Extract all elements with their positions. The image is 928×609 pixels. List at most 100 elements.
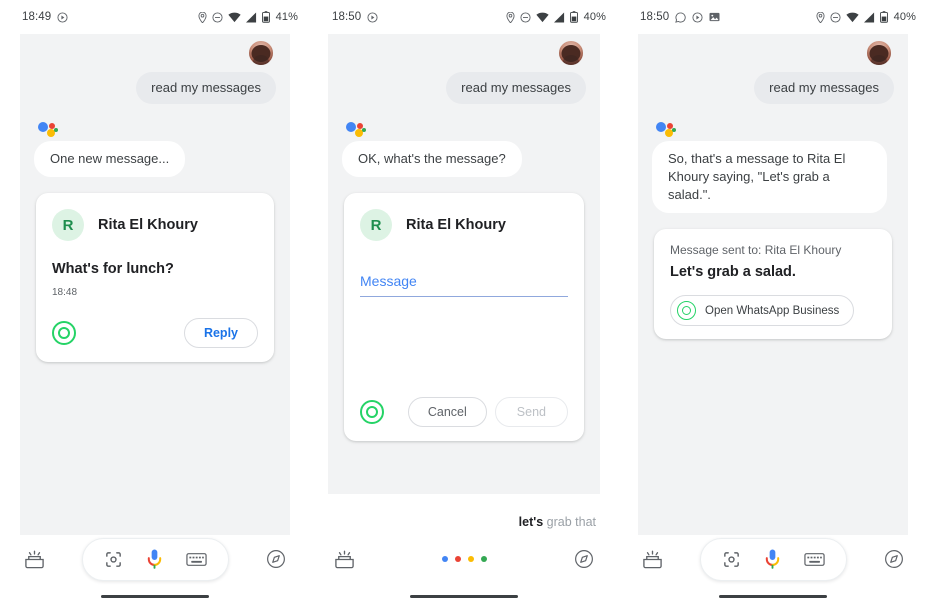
chip-label: Open WhatsApp Business xyxy=(705,304,840,317)
send-button[interactable]: Send xyxy=(494,397,568,427)
wifi-icon xyxy=(228,12,241,23)
whatsapp-icon xyxy=(360,400,384,424)
status-bar-left: 18:50 xyxy=(332,11,378,23)
sent-message-body: Let's grab a salad. xyxy=(670,264,796,280)
open-whatsapp-business-chip[interactable]: Open WhatsApp Business xyxy=(670,295,855,326)
contact-avatar: R xyxy=(360,209,392,241)
message-sent-card[interactable]: Message sent to: Rita El Khoury Let's gr… xyxy=(654,229,892,339)
user-query-bubble: read my messages xyxy=(754,72,894,104)
status-time: 18:49 xyxy=(22,11,52,23)
status-bar: 18:50 40% xyxy=(310,0,618,34)
battery-icon xyxy=(569,11,578,23)
play-badge-icon xyxy=(692,11,703,23)
play-badge-icon xyxy=(57,11,68,23)
cancel-button[interactable]: Cancel xyxy=(407,397,487,427)
dnd-icon xyxy=(212,11,223,23)
status-bar-right: 40% xyxy=(506,11,606,23)
status-bar-left: 18:50 xyxy=(640,11,720,23)
location-icon xyxy=(198,11,207,23)
message-body: What's for lunch? xyxy=(52,261,174,277)
location-icon xyxy=(816,11,825,23)
play-badge-icon xyxy=(367,11,378,23)
assistant-reply-bubble: So, that's a message to Rita El Khoury s… xyxy=(652,141,887,213)
transcript-partial: grab that xyxy=(546,515,596,529)
bottom-nav-bar xyxy=(0,535,310,583)
status-time: 18:50 xyxy=(332,11,362,23)
compose-message-card[interactable]: R Rita El Khoury Cancel Send xyxy=(344,193,584,441)
user-query-bubble: read my messages xyxy=(446,72,586,104)
card-footer: Cancel Send xyxy=(360,361,568,427)
home-indicator xyxy=(410,594,518,598)
status-bar-left: 18:49 xyxy=(22,11,68,23)
dot-green xyxy=(481,556,487,562)
lens-icon[interactable] xyxy=(722,550,741,569)
assistant-listening-indicator xyxy=(442,556,487,562)
explore-icon[interactable] xyxy=(574,549,594,569)
image-icon xyxy=(709,12,720,22)
message-timestamp: 18:48 xyxy=(52,287,78,298)
bottom-nav-bar xyxy=(618,535,928,583)
bottom-nav-bar xyxy=(310,535,618,583)
whatsapp-icon xyxy=(52,321,76,345)
snapshot-icon[interactable] xyxy=(334,549,355,570)
voice-transcript: let's grab that xyxy=(519,515,596,529)
assistant-reply-bubble: OK, what's the message? xyxy=(342,141,522,177)
assistant-canvas: read my messages So, that's a message to… xyxy=(638,34,908,535)
snapshot-icon[interactable] xyxy=(24,549,45,570)
mic-icon[interactable] xyxy=(763,548,782,571)
user-message-row: read my messages xyxy=(342,66,586,104)
keyboard-icon[interactable] xyxy=(186,552,207,567)
contact-name: Rita El Khoury xyxy=(406,217,506,233)
avatar xyxy=(248,40,274,66)
google-assistant-logo-icon xyxy=(656,122,678,137)
dot-red xyxy=(455,556,461,562)
dot-blue xyxy=(442,556,448,562)
compose-actions: Cancel Send xyxy=(407,397,568,427)
message-field-wrapper xyxy=(360,273,568,297)
phone-screen-read-message: 18:49 41% read my messages One new messa… xyxy=(0,0,310,609)
dot-yellow xyxy=(468,556,474,562)
conversation: read my messages One new message... R Ri… xyxy=(20,34,290,362)
phone-screen-sent: 18:50 40% read my messages So, that's a … xyxy=(618,0,928,609)
sent-to-label: Message sent to: Rita El Khoury xyxy=(670,243,842,257)
battery-icon xyxy=(261,11,270,23)
assistant-reply-bubble: One new message... xyxy=(34,141,186,177)
assistant-input-pill xyxy=(82,537,229,581)
whatsapp-icon xyxy=(677,301,696,320)
card-footer: Reply xyxy=(52,318,258,348)
transcript-final: let's xyxy=(518,515,544,529)
status-bar-right: 41% xyxy=(198,11,298,23)
battery-icon xyxy=(879,11,888,23)
assistant-response: OK, what's the message? xyxy=(342,122,586,177)
mic-icon[interactable] xyxy=(145,548,164,571)
message-input[interactable] xyxy=(360,273,568,289)
explore-icon[interactable] xyxy=(266,549,286,569)
status-time: 18:50 xyxy=(640,11,670,23)
google-assistant-logo-icon xyxy=(38,122,60,137)
reply-button[interactable]: Reply xyxy=(183,318,258,348)
wifi-icon xyxy=(846,12,859,23)
keyboard-icon[interactable] xyxy=(804,552,825,567)
card-header: R Rita El Khoury xyxy=(360,209,568,241)
dnd-icon xyxy=(830,11,841,23)
home-indicator xyxy=(101,594,209,598)
lens-icon[interactable] xyxy=(104,550,123,569)
snapshot-icon[interactable] xyxy=(642,549,663,570)
signal-icon xyxy=(863,11,875,23)
battery-percent: 41% xyxy=(275,11,298,23)
explore-icon[interactable] xyxy=(884,549,904,569)
incoming-message-card[interactable]: R Rita El Khoury What's for lunch? 18:48… xyxy=(36,193,274,362)
assistant-canvas: read my messages One new message... R Ri… xyxy=(20,34,290,535)
conversation: read my messages So, that's a message to… xyxy=(638,34,908,339)
dnd-icon xyxy=(520,11,531,23)
assistant-response: So, that's a message to Rita El Khoury s… xyxy=(652,122,894,213)
avatar xyxy=(558,40,584,66)
assistant-response: One new message... xyxy=(34,122,276,177)
user-avatar-row xyxy=(342,40,586,66)
home-indicator xyxy=(719,594,827,598)
status-bar-right: 40% xyxy=(816,11,916,23)
status-bar: 18:50 40% xyxy=(618,0,928,34)
phone-screen-compose: 18:50 40% read my messages OK, what's th… xyxy=(310,0,618,609)
status-bar: 18:49 41% xyxy=(0,0,310,34)
user-avatar-row xyxy=(34,40,276,66)
